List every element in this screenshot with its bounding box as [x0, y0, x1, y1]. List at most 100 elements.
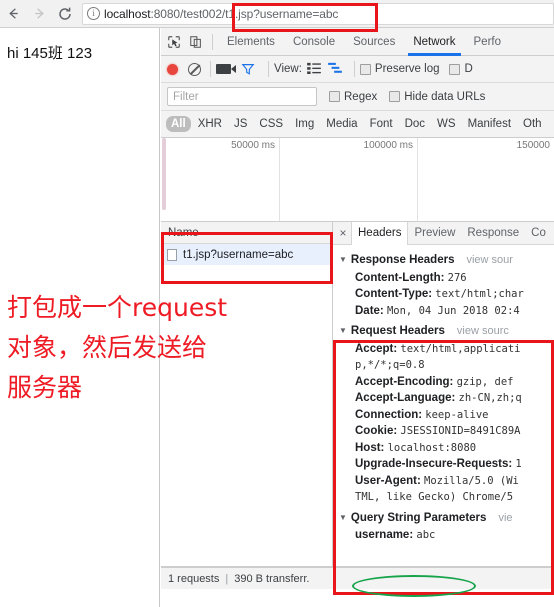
- clear-icon[interactable]: [188, 62, 201, 76]
- inspect-element-icon[interactable]: [163, 30, 185, 54]
- tab-network[interactable]: Network: [404, 28, 464, 56]
- type-filter-other[interactable]: Oth: [518, 116, 547, 132]
- request-list-row[interactable]: t1.jsp?username=abc: [161, 244, 332, 265]
- transferred-size: 390 B transferr.: [234, 572, 310, 585]
- section-title: Query String Parameters: [350, 511, 487, 524]
- section-query-string-parameters[interactable]: ▼ Query String Parameters vie: [339, 510, 554, 528]
- view-source-link[interactable]: vie: [498, 510, 512, 527]
- waterfall-view-icon[interactable]: [328, 62, 342, 77]
- query-param-name: username:: [355, 529, 414, 541]
- header-value: text/html;char: [435, 288, 524, 300]
- request-list-column-header[interactable]: Name: [161, 222, 332, 244]
- devtools-tabbar: Elements Console Sources Network Perfo: [161, 28, 554, 56]
- list-view-icon[interactable]: [307, 62, 321, 77]
- detail-tab-headers[interactable]: Headers: [351, 222, 409, 245]
- hide-data-urls-checkbox[interactable]: [389, 91, 401, 102]
- request-list: Name t1.jsp?username=abc: [161, 222, 333, 566]
- type-filter-manifest[interactable]: Manifest: [463, 116, 516, 132]
- request-name: t1.jsp?username=abc: [183, 248, 294, 261]
- camera-icon[interactable]: [216, 64, 236, 74]
- detail-tab-cookies[interactable]: Co: [525, 223, 552, 244]
- header-name: Content-Length:: [355, 271, 445, 284]
- address-bar[interactable]: i localhost:8080/test002/t1.jsp?username…: [82, 2, 554, 25]
- overview-scrollbar[interactable]: [162, 138, 166, 210]
- tab-performance[interactable]: Perfo: [465, 28, 511, 56]
- site-info-icon[interactable]: i: [87, 7, 100, 20]
- detail-tab-preview[interactable]: Preview: [408, 223, 461, 244]
- header-value: p,*/*;q=0.8: [355, 359, 425, 371]
- reload-icon[interactable]: [52, 1, 78, 27]
- header-value: gzip, def: [456, 375, 514, 388]
- back-arrow-icon[interactable]: [0, 1, 26, 27]
- header-row: Accept: text/html,applicati: [339, 341, 554, 358]
- address-bar-url: localhost:8080/test002/t1.jsp?username=a…: [104, 7, 338, 21]
- preserve-log-label: Preserve log: [374, 63, 440, 75]
- section-title: Response Headers: [350, 254, 455, 266]
- query-param-value: abc: [416, 529, 436, 541]
- disable-cache-label: D: [464, 63, 473, 75]
- type-filter-css[interactable]: CSS: [254, 116, 288, 132]
- caret-down-icon[interactable]: ▼: [339, 510, 347, 527]
- network-split-pane: Name t1.jsp?username=abc × Headers Previ…: [161, 222, 554, 567]
- network-status-bar: 1 requests | 390 B transferr.: [161, 567, 554, 589]
- header-value: localhost:8080: [387, 441, 477, 454]
- url-path: /test002/: [180, 6, 226, 21]
- toolbar-divider: [212, 33, 213, 50]
- caret-down-icon[interactable]: ▼: [339, 252, 347, 269]
- regex-checkbox[interactable]: [329, 91, 340, 102]
- tab-elements[interactable]: Elements: [218, 28, 284, 56]
- caret-down-icon[interactable]: ▼: [339, 323, 347, 340]
- header-name: Accept-Encoding:: [355, 375, 454, 388]
- header-name: Date:: [355, 304, 384, 317]
- section-response-headers[interactable]: ▼ Response Headers view sour: [339, 252, 554, 270]
- view-label: View:: [274, 63, 302, 75]
- preserve-log-checkbox[interactable]: [359, 63, 371, 75]
- type-filter-doc[interactable]: Doc: [400, 116, 430, 132]
- header-value: keep-alive: [425, 408, 489, 421]
- header-name: Accept-Language:: [355, 392, 456, 404]
- header-name: Accept:: [355, 342, 398, 355]
- header-row-continuation: p,*/*;q=0.8: [339, 357, 554, 374]
- disable-cache-checkbox[interactable]: [449, 63, 461, 75]
- record-dot-icon[interactable]: [167, 63, 178, 75]
- tab-console[interactable]: Console: [284, 28, 344, 56]
- header-name: Cookie:: [355, 425, 398, 437]
- header-value: JSESSIONID=8491C89A: [400, 425, 521, 437]
- devtools-panel: Elements Console Sources Network Perfo V…: [161, 28, 554, 607]
- header-row-continuation: TML, like Gecko) Chrome/5: [339, 489, 554, 506]
- header-row: Upgrade-Insecure-Requests: 1: [339, 456, 554, 473]
- header-row: Content-Type: text/html;char: [339, 286, 554, 303]
- toolbar-divider-3: [268, 61, 269, 77]
- tab-sources[interactable]: Sources: [344, 28, 404, 56]
- funnel-icon[interactable]: [241, 62, 255, 76]
- timeline-tick-label: 50000 ms: [231, 140, 275, 151]
- header-value: TML, like Gecko) Chrome/5: [355, 491, 514, 503]
- close-icon[interactable]: ×: [335, 226, 351, 240]
- view-source-link[interactable]: view sour: [466, 252, 512, 269]
- network-toolbar: View: Preserve log D: [161, 56, 554, 83]
- type-filter-all[interactable]: All: [166, 116, 191, 132]
- filter-input[interactable]: [167, 87, 317, 106]
- device-toolbar-icon[interactable]: [185, 30, 207, 54]
- toolbar-divider-4: [353, 61, 355, 77]
- type-filter-xhr[interactable]: XHR: [193, 116, 227, 132]
- type-filter-media[interactable]: Media: [321, 116, 362, 132]
- timeline-tick-label: 150000: [516, 140, 550, 151]
- type-filter-img[interactable]: Img: [290, 116, 319, 132]
- request-count: 1 requests: [168, 572, 220, 585]
- type-filter-font[interactable]: Font: [365, 116, 398, 132]
- document-icon: [167, 248, 177, 261]
- view-source-link[interactable]: view sourc: [457, 323, 509, 340]
- type-filter-js[interactable]: JS: [229, 116, 252, 132]
- header-row: Accept-Encoding: gzip, def: [339, 374, 554, 391]
- header-row: Date: Mon, 04 Jun 2018 02:4: [339, 303, 554, 320]
- screenshot-root: i localhost:8080/test002/t1.jsp?username…: [0, 0, 554, 607]
- type-filter-ws[interactable]: WS: [432, 116, 461, 132]
- section-request-headers[interactable]: ▼ Request Headers view sourc: [339, 323, 554, 341]
- header-row: Cookie: JSESSIONID=8491C89A: [339, 423, 554, 440]
- hide-data-urls-label: Hide data URLs: [404, 90, 486, 103]
- header-name: User-Agent:: [355, 474, 421, 487]
- page-viewport: hi 145班 123: [0, 28, 160, 607]
- network-overview-timeline[interactable]: 50000 ms 100000 ms 150000: [161, 138, 554, 222]
- detail-tab-response[interactable]: Response: [461, 223, 525, 244]
